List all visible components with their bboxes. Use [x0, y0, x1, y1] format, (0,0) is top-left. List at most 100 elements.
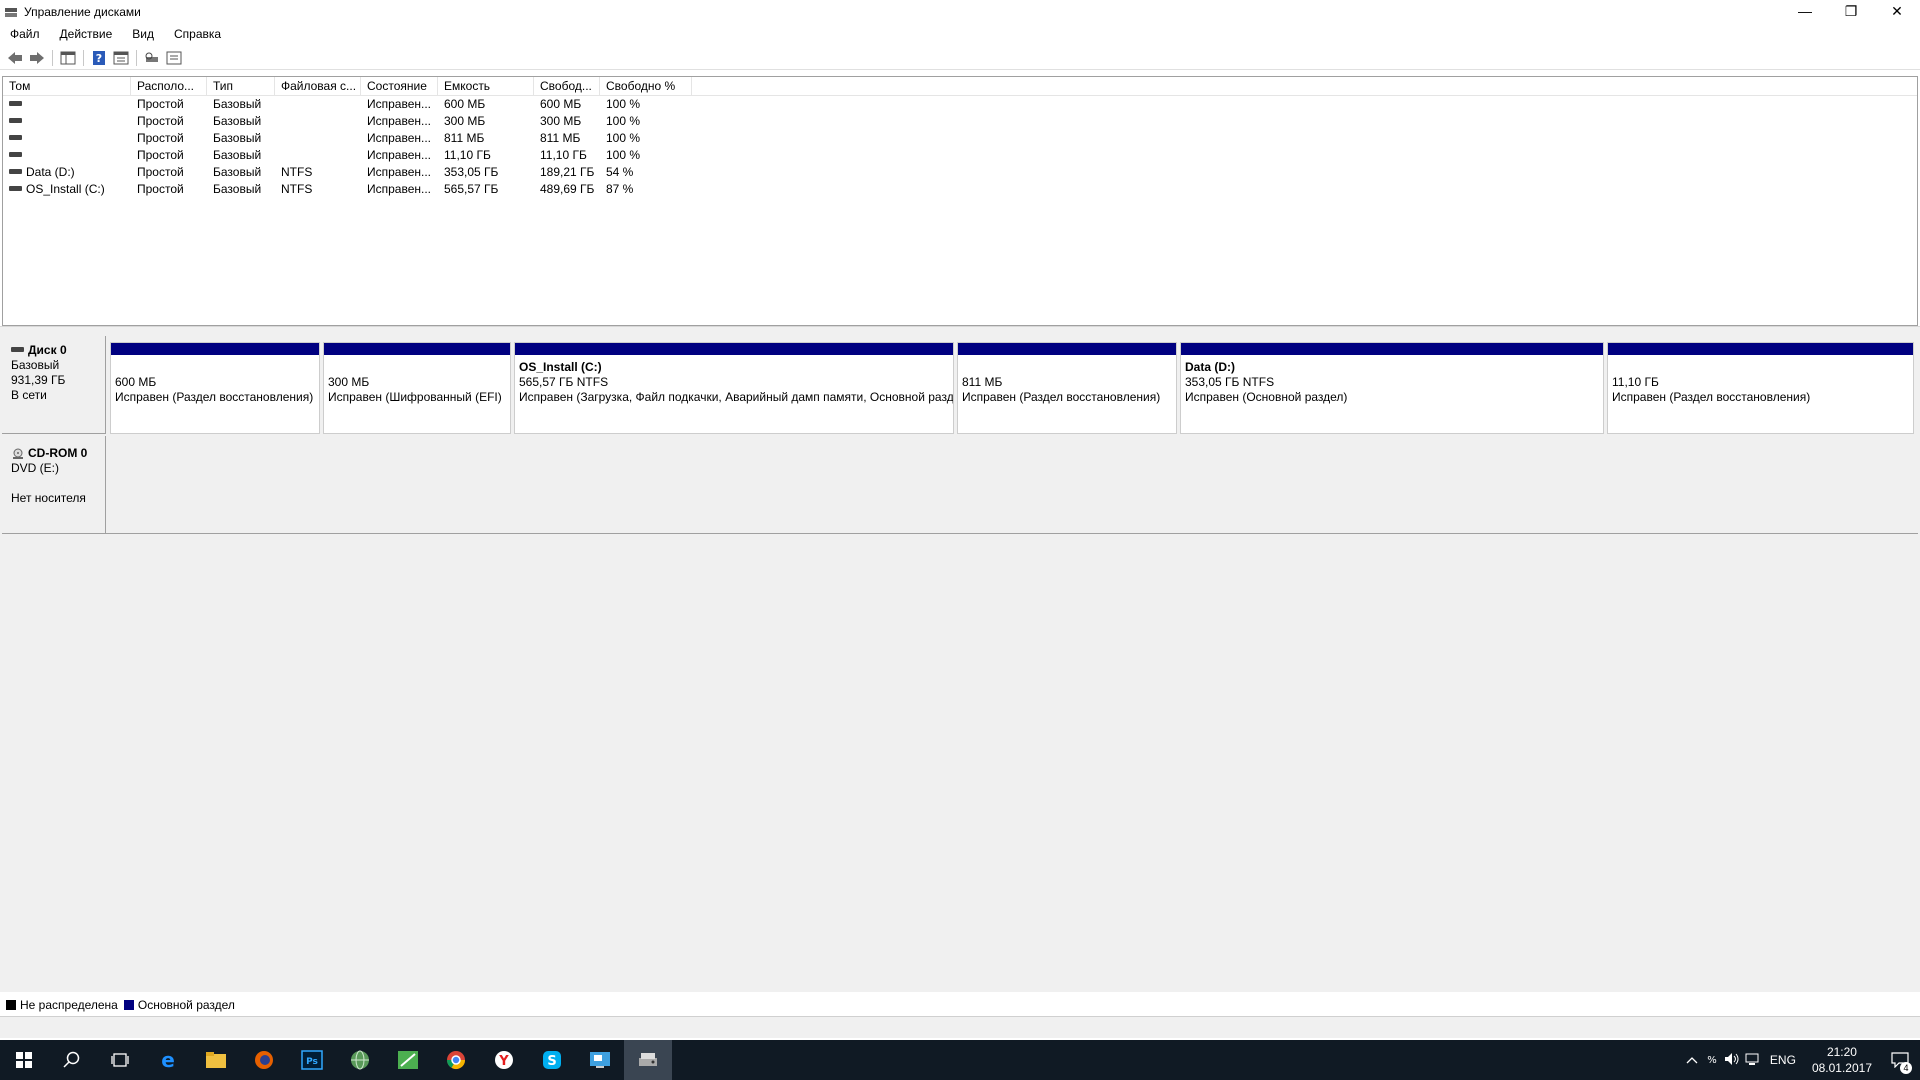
- properties-button[interactable]: [110, 48, 132, 68]
- help-button[interactable]: ?: [88, 48, 110, 68]
- forward-button[interactable]: [26, 48, 48, 68]
- partition-status: Исправен (Шифрованный (EFI): [328, 390, 502, 404]
- minimize-button[interactable]: —: [1782, 0, 1828, 22]
- task-view-icon: [111, 1053, 129, 1067]
- volume-icon[interactable]: [1722, 1052, 1742, 1069]
- partition-name: [962, 360, 1172, 375]
- taskbar-remote-desktop[interactable]: [576, 1040, 624, 1080]
- column-header-layout[interactable]: Располо...: [131, 77, 207, 95]
- taskbar-chrome[interactable]: [432, 1040, 480, 1080]
- disk-0-row: Диск 0 Базовый 931,39 ГБ В сети 600 МБ И…: [2, 336, 1918, 434]
- partition-recovery-811mb[interactable]: 811 МБ Исправен (Раздел восстановления): [957, 342, 1177, 434]
- table-row[interactable]: Простой Базовый Исправен... 11,10 ГБ 11,…: [3, 147, 1917, 164]
- edge-icon: e: [161, 1050, 175, 1070]
- disk-0-label[interactable]: Диск 0 Базовый 931,39 ГБ В сети: [2, 336, 106, 434]
- partition-status: Исправен (Основной раздел): [1185, 390, 1348, 404]
- view-settings-button[interactable]: [163, 48, 185, 68]
- volume-icon: [9, 186, 22, 191]
- clock[interactable]: 21:20 08.01.2017: [1804, 1044, 1880, 1076]
- cell-filesystem: [275, 130, 361, 147]
- partition-data-d[interactable]: Data (D:) 353,05 ГБ NTFS Исправен (Основ…: [1180, 342, 1604, 434]
- cell-filesystem: [275, 113, 361, 130]
- disk-management-app-icon: [5, 8, 17, 17]
- column-header-free-percent[interactable]: Свободно %: [600, 77, 692, 95]
- cdrom-0-status: Нет носителя: [11, 491, 86, 505]
- show-hidden-icons-chevron-icon[interactable]: [1682, 1053, 1702, 1067]
- partition-status: Исправен (Раздел восстановления): [1612, 390, 1811, 404]
- show-hide-console-tree-button[interactable]: [57, 48, 79, 68]
- taskbar-firefox[interactable]: [240, 1040, 288, 1080]
- cell-type: Базовый: [213, 182, 262, 196]
- partition-os-install-c[interactable]: OS_Install (C:) 565,57 ГБ NTFS Исправен …: [514, 342, 954, 434]
- menu-view[interactable]: Вид: [122, 27, 164, 41]
- legend-swatch-unallocated: [6, 1000, 16, 1010]
- partition-size: 811 МБ: [962, 375, 1003, 389]
- column-header-status[interactable]: Состояние: [361, 77, 438, 95]
- disk-0-name: Диск 0: [28, 343, 67, 357]
- taskbar-edge[interactable]: e: [144, 1040, 192, 1080]
- cdrom-0-area[interactable]: [106, 436, 1918, 534]
- table-row[interactable]: OS_Install (C:) Простой Базовый NTFS Исп…: [3, 181, 1917, 198]
- connect-disk-button[interactable]: [141, 48, 163, 68]
- cell-type: Базовый: [213, 165, 262, 179]
- taskbar-disk-management[interactable]: [624, 1040, 672, 1080]
- toolbar: ?: [0, 46, 1920, 70]
- partition-name: [115, 360, 315, 375]
- table-row[interactable]: Простой Базовый Исправен... 300 МБ 300 М…: [3, 113, 1917, 130]
- start-button[interactable]: [0, 1040, 48, 1080]
- cell-layout: Простой: [137, 182, 184, 196]
- column-header-type[interactable]: Тип: [207, 77, 275, 95]
- cell-free-space: 300 МБ: [540, 114, 582, 128]
- cell-filesystem: [275, 96, 361, 113]
- cell-status: Исправен...: [367, 165, 432, 179]
- menu-file[interactable]: Файл: [0, 27, 50, 41]
- status-bar: [0, 1016, 1920, 1038]
- taskbar-spreadsheet-app[interactable]: [384, 1040, 432, 1080]
- close-button[interactable]: ✕: [1874, 0, 1920, 22]
- partition-recovery-11gb[interactable]: 11,10 ГБ Исправен (Раздел восстановления…: [1607, 342, 1914, 434]
- table-row[interactable]: Простой Базовый Исправен... 600 МБ 600 М…: [3, 96, 1917, 113]
- partition-efi-300mb[interactable]: 300 МБ Исправен (Шифрованный (EFI): [323, 342, 511, 434]
- taskbar-photoshop[interactable]: Ps: [288, 1040, 336, 1080]
- column-header-filesystem[interactable]: Файловая с...: [275, 77, 361, 95]
- clock-date: 08.01.2017: [1811, 1061, 1872, 1075]
- cell-layout: Простой: [137, 148, 184, 162]
- taskbar-yandex-browser[interactable]: Y: [480, 1040, 528, 1080]
- cdrom-0-label[interactable]: CD-ROM 0 DVD (E:) Нет носителя: [2, 436, 106, 534]
- svg-text:?: ?: [96, 52, 102, 65]
- volume-name: OS_Install (C:): [26, 182, 105, 196]
- cell-free-percent: 54 %: [606, 165, 634, 179]
- partition-size: 11,10 ГБ: [1612, 375, 1659, 389]
- action-center-button[interactable]: 4: [1880, 1040, 1920, 1080]
- taskbar-globe-app[interactable]: [336, 1040, 384, 1080]
- back-button[interactable]: [4, 48, 26, 68]
- partition-recovery-600mb[interactable]: 600 МБ Исправен (Раздел восстановления): [110, 342, 320, 434]
- restore-button[interactable]: ❐: [1828, 0, 1874, 22]
- input-indicator-icon[interactable]: %: [1702, 1052, 1722, 1069]
- menu-action[interactable]: Действие: [50, 27, 123, 41]
- task-view-button[interactable]: [96, 1040, 144, 1080]
- cell-status: Исправен...: [367, 182, 432, 196]
- cell-type: Базовый: [213, 131, 262, 145]
- column-header-volume[interactable]: Том: [3, 77, 131, 95]
- table-row[interactable]: Простой Базовый Исправен... 811 МБ 811 М…: [3, 130, 1917, 147]
- firefox-icon: [255, 1051, 273, 1069]
- svg-text:Ps: Ps: [306, 1057, 318, 1067]
- menu-bar: Файл Действие Вид Справка: [0, 24, 1920, 44]
- taskbar-file-explorer[interactable]: [192, 1040, 240, 1080]
- network-icon[interactable]: [1742, 1052, 1762, 1069]
- taskbar-skype[interactable]: S: [528, 1040, 576, 1080]
- language-indicator[interactable]: ENG: [1762, 1053, 1804, 1067]
- search-button[interactable]: [48, 1040, 96, 1080]
- toolbar-separator: [52, 49, 53, 66]
- system-tray: % ENG 21:20 08.01.2017 4: [1682, 1040, 1920, 1080]
- cell-free-space: 489,69 ГБ: [540, 182, 595, 196]
- column-header-capacity[interactable]: Емкость: [438, 77, 534, 95]
- volume-name: Data (D:): [26, 165, 75, 179]
- cell-status: Исправен...: [367, 97, 432, 111]
- column-header-free-space[interactable]: Свобод...: [534, 77, 600, 95]
- partition-name: Data (D:): [1185, 360, 1235, 374]
- disk-0-partitions: 600 МБ Исправен (Раздел восстановления) …: [106, 336, 1918, 434]
- table-row[interactable]: Data (D:) Простой Базовый NTFS Исправен.…: [3, 164, 1917, 181]
- menu-help[interactable]: Справка: [164, 27, 231, 41]
